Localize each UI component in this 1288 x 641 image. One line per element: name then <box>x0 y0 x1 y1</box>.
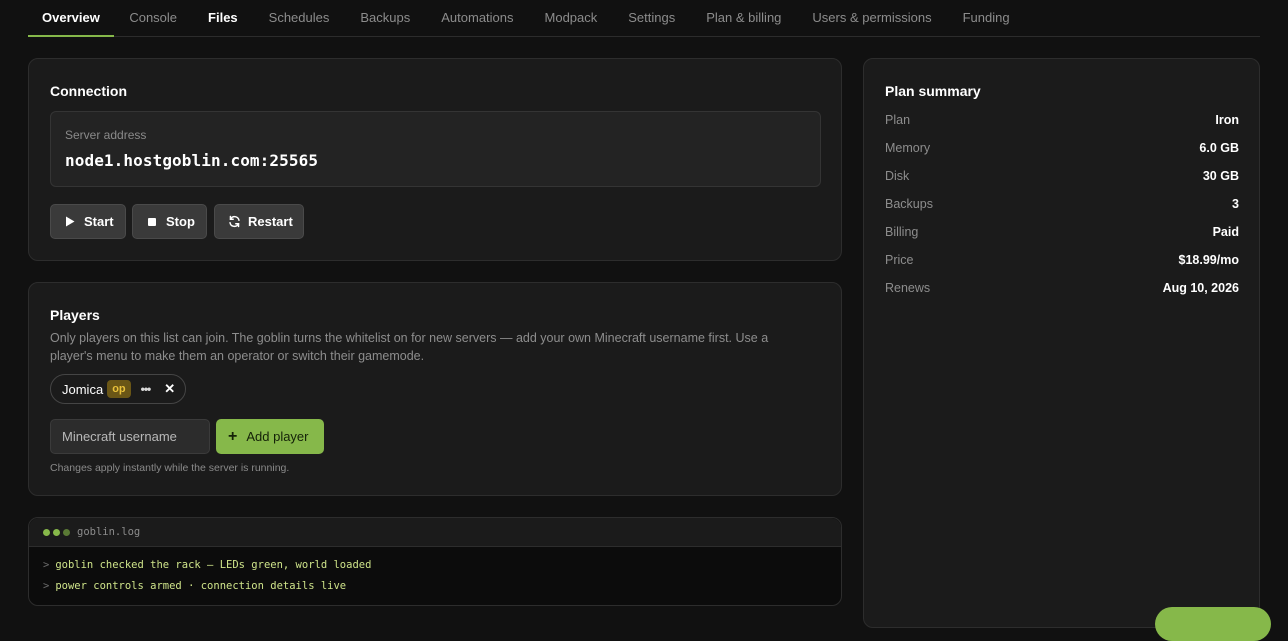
log-line: > goblin checked the rack — LEDs green, w… <box>43 559 371 571</box>
plan-value: Iron <box>1215 113 1239 127</box>
start-button-label: Start <box>84 214 114 229</box>
plan-value: 30 GB <box>1202 169 1239 183</box>
plan-summary-title: Plan summary <box>885 83 981 99</box>
tab-schedules[interactable]: Schedules <box>253 0 345 37</box>
plan-row-plan: Plan Iron <box>885 113 1239 129</box>
play-icon <box>63 215 77 229</box>
stop-icon <box>145 215 159 229</box>
close-icon[interactable]: ✕ <box>164 381 175 397</box>
add-player-label: Add player <box>246 429 309 444</box>
plus-icon: + <box>228 427 238 445</box>
server-address-label: Server address <box>65 128 147 142</box>
tab-users-permissions[interactable]: Users & permissions <box>797 0 947 37</box>
restart-button-label: Restart <box>248 214 293 229</box>
log-dot <box>63 528 70 536</box>
plan-key: Disk <box>885 169 910 183</box>
tab-automations[interactable]: Automations <box>426 0 529 37</box>
plan-row-disk: Disk 30 GB <box>885 169 1239 185</box>
log-text: power controls armed · connection detail… <box>55 580 347 592</box>
server-address-box: Server address node1.hostgoblin.com:2556… <box>50 111 821 187</box>
log-dot <box>53 528 60 536</box>
plan-row-billing: Billing Paid <box>885 225 1239 241</box>
plan-row-renews: Renews Aug 10, 2026 <box>885 281 1239 297</box>
tab-bar: Overview Console Files Schedules Backups… <box>28 0 1260 37</box>
connection-card: Connection Server address node1.hostgobl… <box>28 58 842 261</box>
username-input[interactable] <box>50 419 210 454</box>
tab-backups[interactable]: Backups <box>345 0 426 37</box>
tab-funding[interactable]: Funding <box>947 0 1025 37</box>
stop-button[interactable]: Stop <box>132 204 207 239</box>
restart-button[interactable]: Restart <box>214 204 304 239</box>
log-title: goblin.log <box>77 526 141 538</box>
log-header: goblin.log <box>29 518 841 547</box>
players-note: Changes apply instantly while the server… <box>50 462 290 474</box>
plan-value: Aug 10, 2026 <box>1162 281 1239 295</box>
player-name: Jomica <box>62 381 104 397</box>
tab-console[interactable]: Console <box>114 0 193 37</box>
tab-settings[interactable]: Settings <box>613 0 691 37</box>
plan-value: 3 <box>1232 197 1239 211</box>
stop-button-label: Stop <box>166 214 195 229</box>
plan-value: $18.99/mo <box>1178 253 1239 267</box>
refresh-icon <box>227 215 241 229</box>
player-chip: Jomica op ••• ✕ <box>50 374 186 404</box>
plan-key: Billing <box>885 225 919 239</box>
tab-modpack[interactable]: Modpack <box>529 0 613 37</box>
log-prompt: > <box>43 559 50 571</box>
log-dot <box>43 528 50 536</box>
start-button[interactable]: Start <box>50 204 126 239</box>
server-address-value[interactable]: node1.hostgoblin.com:25565 <box>65 151 318 170</box>
add-player-button[interactable]: + Add player <box>216 419 324 454</box>
tab-overview[interactable]: Overview <box>28 0 114 37</box>
players-description: Only players on this list can join. The … <box>50 331 769 363</box>
log-line: > power controls armed · connection detai… <box>43 580 346 592</box>
plan-key: Price <box>885 253 914 267</box>
floating-action-button[interactable] <box>1155 607 1271 641</box>
plan-key: Memory <box>885 141 931 155</box>
more-icon[interactable]: ••• <box>141 382 152 396</box>
plan-value: Paid <box>1212 225 1239 239</box>
plan-value: 6.0 GB <box>1199 141 1239 155</box>
plan-key: Renews <box>885 281 931 295</box>
log-text: goblin checked the rack — LEDs green, wo… <box>55 559 372 571</box>
connection-title: Connection <box>50 83 127 99</box>
players-title: Players <box>50 307 100 323</box>
players-card: Players Only players on this list can jo… <box>28 282 842 496</box>
plan-row-memory: Memory 6.0 GB <box>885 141 1239 157</box>
tab-files[interactable]: Files <box>193 0 254 37</box>
plan-key: Plan <box>885 113 911 127</box>
plan-key: Backups <box>885 197 933 211</box>
plan-row-backups: Backups 3 <box>885 197 1239 213</box>
plan-summary-card: Plan summary Plan Iron Memory 6.0 GB Dis… <box>863 58 1260 628</box>
operator-badge: op <box>107 380 131 398</box>
tab-plan-billing[interactable]: Plan & billing <box>691 0 797 37</box>
plan-row-price: Price $18.99/mo <box>885 253 1239 269</box>
log-panel: goblin.log > goblin checked the rack — LE… <box>28 517 842 606</box>
log-prompt: > <box>43 580 50 592</box>
